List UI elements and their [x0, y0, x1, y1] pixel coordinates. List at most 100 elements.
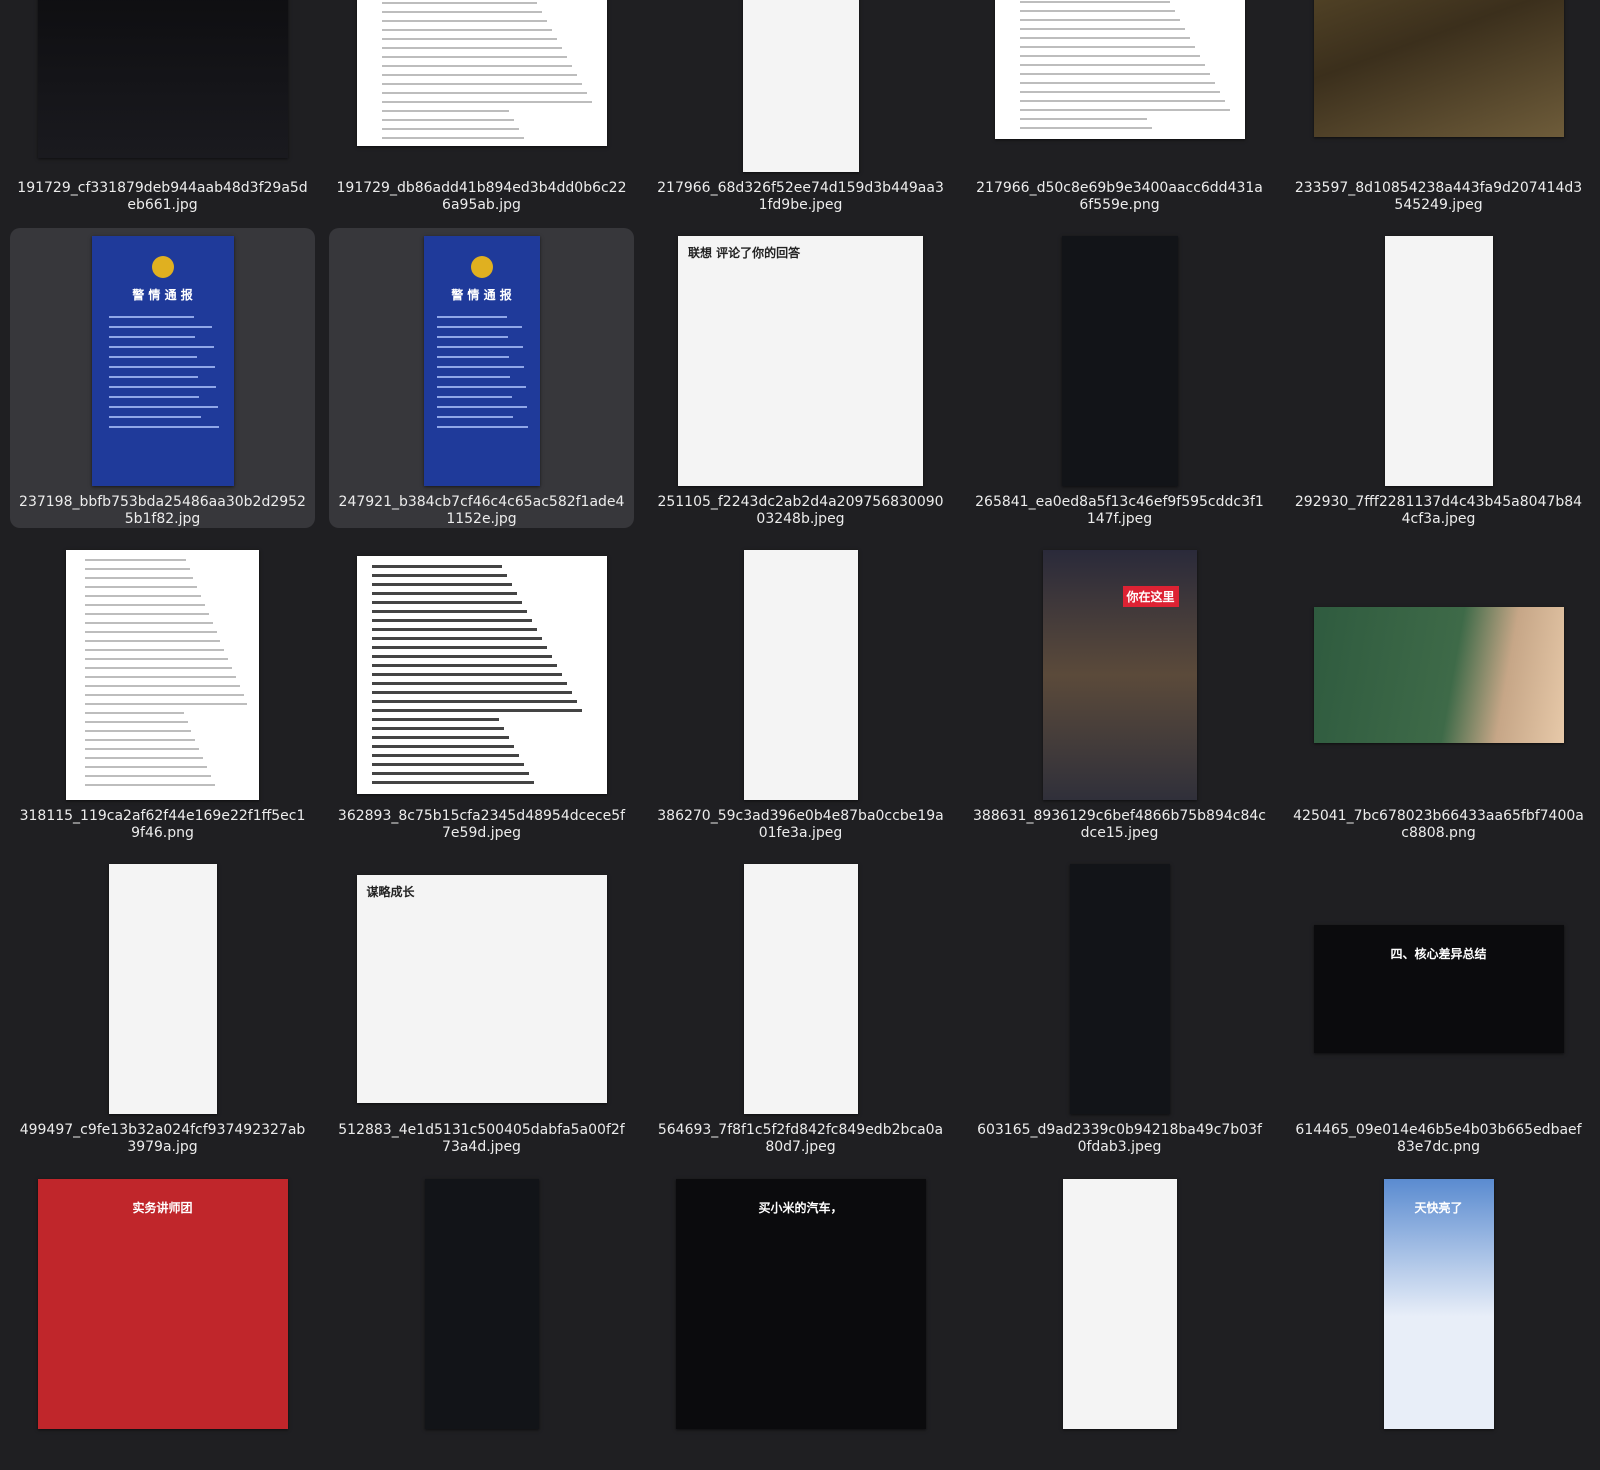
file-name: 217966_d50c8e69b9e3400aacc6dd431a6f559e.…: [976, 180, 1263, 213]
file-tile[interactable]: 联想 评论了你的回答 251105_f2243dc2ab2d4a209756830…: [648, 228, 953, 528]
file-tile[interactable]: 217966_68d326f52ee74d159d3b449aa31fd9be.…: [648, 0, 953, 214]
thumbnail-wrapper: 四、核心差异总结: [1292, 862, 1585, 1116]
file-name: 247921_b384cb7cf46c4c65ac582f1ade41152e.…: [338, 494, 625, 527]
file-name: 614465_09e014e46b5e4b03b665edbaef83e7dc.…: [1295, 1122, 1582, 1155]
thumbnail-wrapper: 联想 评论了你的回答: [654, 234, 947, 488]
thumbnail-image[interactable]: [742, 0, 859, 172]
thumbnail-wrapper: 你在这里: [973, 548, 1266, 802]
file-tile[interactable]: 你在这里 388631_8936129c6bef4866b75b894c84cdc…: [967, 542, 1272, 842]
file-name: 499497_c9fe13b32a024fcf937492327ab3979a.…: [19, 1122, 306, 1155]
file-tile[interactable]: 217966_d50c8e69b9e3400aacc6dd431a6f559e.…: [967, 0, 1272, 214]
thumbnail-image[interactable]: [66, 550, 259, 800]
file-grid: GPU 191729_cf331879deb944aab48d3f29a5deb6…: [10, 0, 1600, 1470]
thumbnail-wrapper: [16, 548, 309, 802]
thumbnail-image[interactable]: 买小米的汽车，: [675, 1178, 926, 1429]
thumbnail-image[interactable]: [356, 0, 607, 146]
thumbnail-image[interactable]: [1062, 1178, 1177, 1429]
file-name: 292930_7fff2281137d4c43b45a8047b844cf3a.…: [1294, 494, 1583, 527]
file-tile[interactable]: 292930_7fff2281137d4c43b45a8047b844cf3a.…: [1286, 228, 1591, 528]
file-name: 425041_7bc678023b66433aa65fbf7400ac8808.…: [1293, 808, 1584, 841]
thumbnail-text: 四、核心差异总结: [1390, 947, 1487, 961]
thumbnail-wrapper: [1292, 0, 1585, 174]
file-name: 251105_f2243dc2ab2d4a20975683009003248b.…: [657, 494, 944, 527]
file-name: 265841_ea0ed8a5f13c46ef9f595cddc3f1147f.…: [975, 494, 1264, 527]
file-tile[interactable]: 谋略成长 512883_4e1d5131c500405dabfa5a00f2f73…: [329, 856, 634, 1156]
file-tile[interactable]: 天快亮了: [1286, 1170, 1591, 1470]
thumbnail-text: 天快亮了: [1414, 1200, 1463, 1215]
thumbnail-image[interactable]: [994, 0, 1245, 139]
file-tile[interactable]: [967, 1170, 1272, 1470]
thumbnail-image[interactable]: [424, 1178, 539, 1429]
thumbnail-text: 警 情 通 报: [451, 288, 512, 302]
thumbnail-image[interactable]: [1313, 0, 1564, 137]
thumbnail-image[interactable]: [108, 864, 217, 1114]
police-emblem-icon: [470, 256, 493, 278]
thumbnail-image[interactable]: [1313, 607, 1564, 743]
police-emblem-icon: [151, 256, 174, 278]
thumbnail-wrapper: [335, 1176, 628, 1431]
thumbnail-text: 联想 评论了你的回答: [688, 246, 801, 260]
thumbnail-text: 买小米的汽车，: [758, 1200, 843, 1215]
thumbnail-wrapper: [973, 0, 1266, 174]
thumbnail-wrapper: 警 情 通 报: [335, 234, 628, 488]
thumbnail-image[interactable]: [356, 556, 607, 794]
thumbnail-wrapper: [973, 862, 1266, 1116]
file-tile[interactable]: 警 情 通 报 237198_bbfb753bda25486aa30b2d2952…: [10, 228, 315, 528]
file-tile[interactable]: 警 情 通 报 247921_b384cb7cf46c4c65ac582f1ade…: [329, 228, 634, 528]
file-tile[interactable]: 买小米的汽车，: [648, 1170, 953, 1470]
file-tile[interactable]: 425041_7bc678023b66433aa65fbf7400ac8808.…: [1286, 542, 1591, 842]
file-name: 318115_119ca2af62f44e169e22f1ff5ec19f46.…: [19, 808, 306, 841]
thumbnail-image[interactable]: 四、核心差异总结: [1313, 925, 1564, 1053]
file-tile[interactable]: 386270_59c3ad396e0b4e87ba0ccbe19a01fe3a.…: [648, 542, 953, 842]
thumbnail-image[interactable]: 天快亮了: [1383, 1178, 1494, 1429]
thumbnail-wrapper: [335, 0, 628, 174]
thumbnail-image[interactable]: [1061, 236, 1178, 486]
file-tile[interactable]: 499497_c9fe13b32a024fcf937492327ab3979a.…: [10, 856, 315, 1156]
file-tile[interactable]: 四、核心差异总结 614465_09e014e46b5e4b03b665edbae…: [1286, 856, 1591, 1156]
file-tile[interactable]: 362893_8c75b15cfa2345d48954dcece5f7e59d.…: [329, 542, 634, 842]
thumbnail-wrapper: [654, 548, 947, 802]
thumbnail-wrapper: GPU: [16, 0, 309, 174]
thumbnail-text: 你在这里: [1122, 586, 1179, 607]
file-tile[interactable]: 233597_8d10854238a443fa9d207414d3545249.…: [1286, 0, 1591, 214]
file-tile[interactable]: GPU 191729_cf331879deb944aab48d3f29a5deb6…: [10, 0, 315, 214]
thumbnail-image[interactable]: 警 情 通 报: [91, 236, 234, 486]
thumbnail-image[interactable]: [743, 550, 858, 800]
thumbnail-wrapper: 谋略成长: [335, 862, 628, 1116]
thumbnail-image[interactable]: 你在这里: [1042, 550, 1197, 800]
file-name: 388631_8936129c6bef4866b75b894c84cdce15.…: [973, 808, 1266, 841]
thumbnail-text: 实务讲师团: [132, 1200, 193, 1215]
file-tile[interactable]: 318115_119ca2af62f44e169e22f1ff5ec19f46.…: [10, 542, 315, 842]
file-name: 564693_7f8f1c5f2fd842fc849edb2bca0a80d7.…: [657, 1122, 944, 1155]
file-tile[interactable]: 564693_7f8f1c5f2fd842fc849edb2bca0a80d7.…: [648, 856, 953, 1156]
thumbnail-image[interactable]: 联想 评论了你的回答: [678, 236, 923, 486]
thumbnail-wrapper: 警 情 通 报: [16, 234, 309, 488]
file-name: 386270_59c3ad396e0b4e87ba0ccbe19a01fe3a.…: [657, 808, 944, 841]
thumbnail-text: 谋略成长: [366, 885, 415, 899]
file-name: 191729_cf331879deb944aab48d3f29a5deb661.…: [17, 180, 308, 213]
thumbnail-text: 警 情 通 报: [132, 288, 193, 302]
thumbnail-wrapper: [1292, 548, 1585, 802]
file-name: 603165_d9ad2339c0b94218ba49c7b03f0fdab3.…: [977, 1122, 1262, 1155]
thumbnail-image[interactable]: GPU: [37, 0, 288, 158]
thumbnail-wrapper: [1292, 234, 1585, 488]
thumbnail-image[interactable]: 警 情 通 报: [423, 236, 540, 486]
file-tile[interactable]: 实务讲师团: [10, 1170, 315, 1470]
file-tile[interactable]: 265841_ea0ed8a5f13c46ef9f595cddc3f1147f.…: [967, 228, 1272, 528]
thumbnail-image[interactable]: [1384, 236, 1493, 486]
thumbnail-image[interactable]: 实务讲师团: [37, 1178, 288, 1429]
thumbnail-wrapper: 实务讲师团: [16, 1176, 309, 1431]
file-tile[interactable]: 603165_d9ad2339c0b94218ba49c7b03f0fdab3.…: [967, 856, 1272, 1156]
file-tile[interactable]: [329, 1170, 634, 1470]
thumbnail-wrapper: [654, 0, 947, 174]
thumbnail-image[interactable]: [743, 864, 858, 1114]
thumbnail-wrapper: [654, 862, 947, 1116]
thumbnail-wrapper: [335, 548, 628, 802]
thumbnail-wrapper: 买小米的汽车，: [654, 1176, 947, 1431]
thumbnail-image[interactable]: 谋略成长: [356, 875, 607, 1103]
file-tile[interactable]: 191729_db86add41b894ed3b4dd0b6c226a95ab.…: [329, 0, 634, 214]
thumbnail-image[interactable]: [1069, 864, 1170, 1114]
file-name: 217966_68d326f52ee74d159d3b449aa31fd9be.…: [657, 180, 944, 213]
thumbnail-wrapper: [973, 234, 1266, 488]
file-name: 237198_bbfb753bda25486aa30b2d29525b1f82.…: [19, 494, 306, 527]
